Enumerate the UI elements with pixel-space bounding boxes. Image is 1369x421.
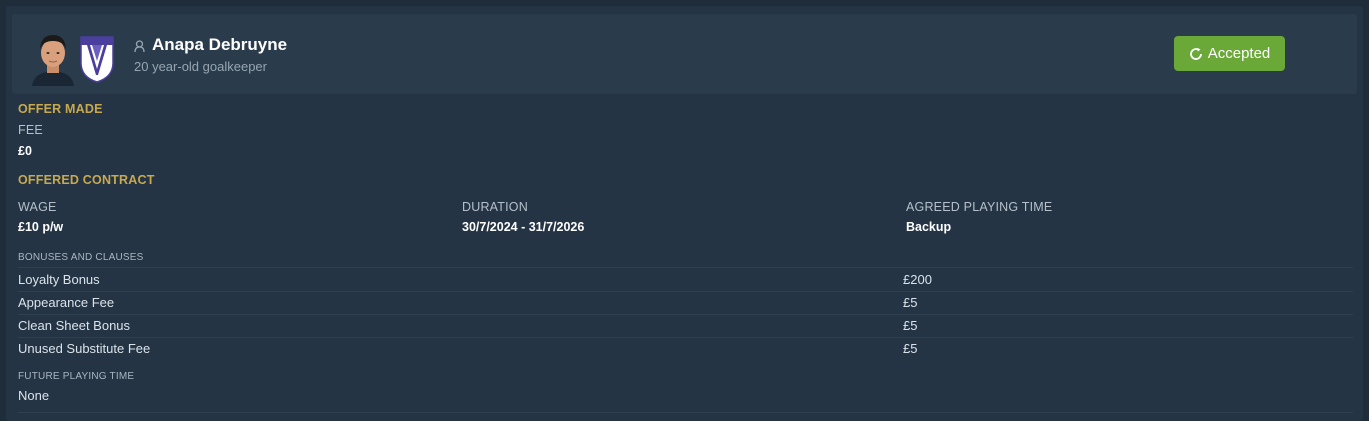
player-description: 20 year-old goalkeeper (134, 59, 267, 74)
fee-label: FEE (18, 123, 43, 137)
bonuses-heading: BONUSES AND CLAUSES (18, 252, 144, 263)
duration-label: DURATION (462, 200, 528, 214)
bonus-value: £5 (903, 341, 918, 356)
playing-time-label: AGREED PLAYING TIME (906, 200, 1053, 214)
wage-value: £10 p/w (18, 220, 64, 234)
bonus-name: Appearance Fee (18, 295, 115, 310)
duration-value: 30/7/2024 - 31/7/2026 (462, 220, 585, 234)
bonus-row: Unused Substitute Fee £5 (18, 337, 1353, 360)
playing-time-value: Backup (906, 220, 952, 234)
player-header: Anapa Debruyne 20 year-old goalkeeper Ac… (12, 14, 1357, 94)
player-name-row: Anapa Debruyne (134, 35, 287, 55)
future-playing-time-heading: FUTURE PLAYING TIME (18, 371, 135, 382)
bonus-row: Clean Sheet Bonus £5 (18, 314, 1353, 337)
bonus-value: £5 (903, 318, 918, 333)
bonus-row: Loyalty Bonus £200 (18, 268, 1353, 291)
bonus-name: Loyalty Bonus (18, 272, 100, 287)
person-icon (134, 39, 145, 53)
status-label: Accepted (1207, 45, 1271, 62)
bonus-name: Clean Sheet Bonus (18, 318, 131, 333)
bonus-row: Appearance Fee £5 (18, 291, 1353, 314)
fee-value: £0 (18, 144, 32, 158)
wage-label: WAGE (18, 200, 57, 214)
club-crest[interactable] (78, 31, 116, 83)
bonus-value: £5 (903, 295, 918, 310)
player-name[interactable]: Anapa Debruyne (152, 35, 287, 55)
refresh-icon (1189, 47, 1203, 61)
divider (18, 412, 1353, 413)
accepted-status-button[interactable]: Accepted (1174, 36, 1285, 71)
future-playing-time-value: None (18, 388, 50, 403)
player-avatar[interactable] (30, 28, 76, 86)
transfer-offer-panel: Anapa Debruyne 20 year-old goalkeeper Ac… (6, 6, 1363, 421)
bonus-value: £200 (903, 272, 932, 287)
offered-contract-heading: OFFERED CONTRACT (18, 173, 155, 187)
bonus-name: Unused Substitute Fee (18, 341, 151, 356)
offer-made-heading: OFFER MADE (18, 102, 103, 116)
